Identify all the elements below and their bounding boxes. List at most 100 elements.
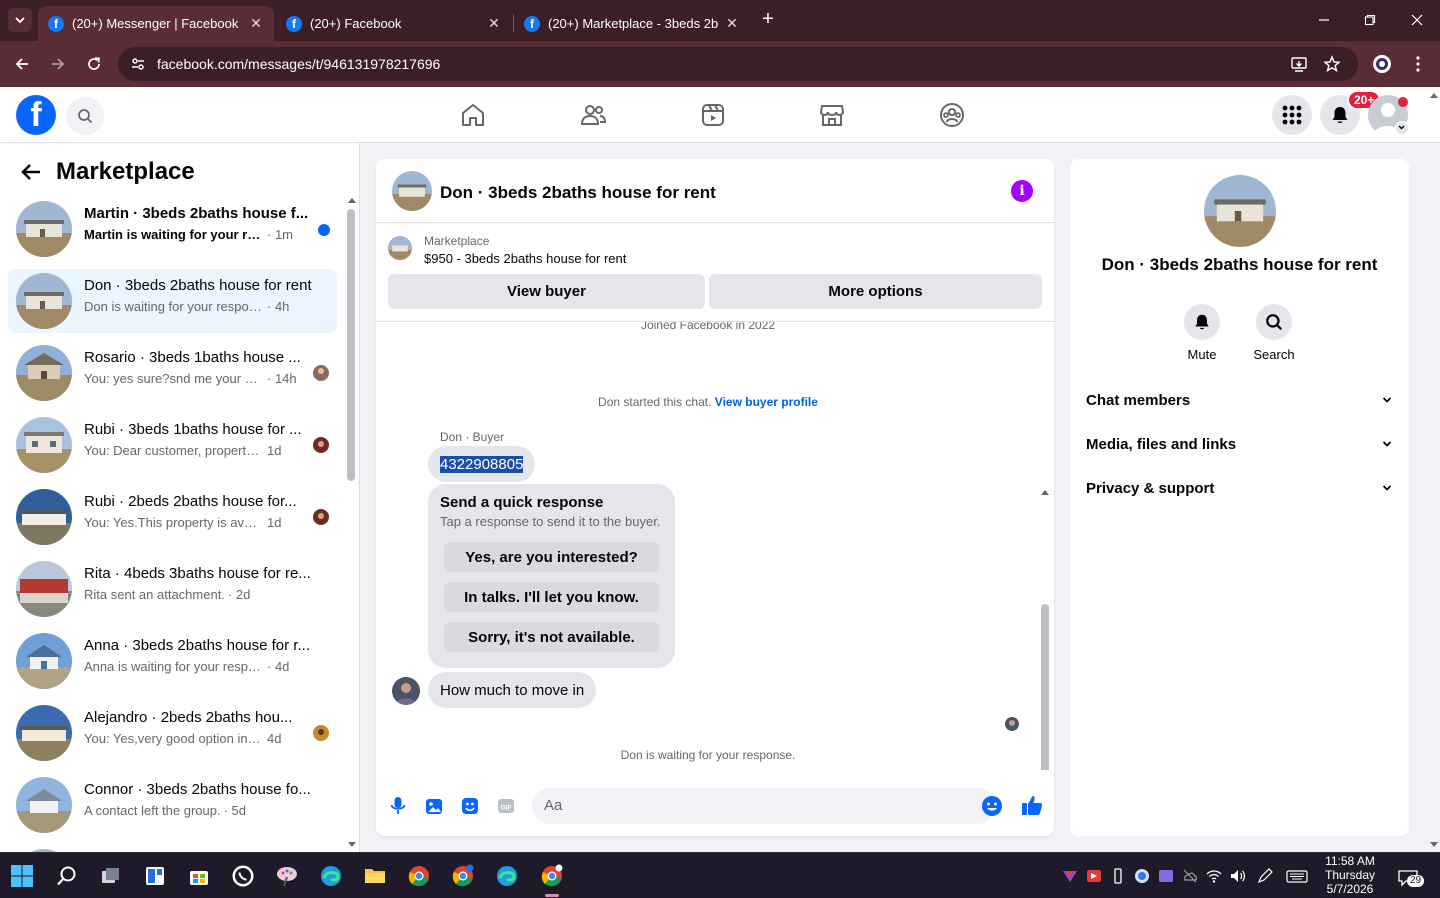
privacy-support-section[interactable]: Privacy & support bbox=[1086, 473, 1393, 503]
chat-thumbnail[interactable] bbox=[392, 171, 432, 211]
more-options-button[interactable]: More options bbox=[709, 274, 1042, 309]
install-app-icon[interactable] bbox=[1290, 55, 1308, 73]
conversation-item[interactable] bbox=[8, 845, 337, 852]
photo-icon[interactable] bbox=[424, 796, 444, 816]
groups-icon[interactable] bbox=[938, 101, 966, 129]
conversation-item[interactable]: Rosario · 3beds 1baths house ... You: ye… bbox=[8, 341, 337, 405]
chat-scrollbar[interactable] bbox=[1041, 604, 1049, 770]
tab-close-icon[interactable]: ✕ bbox=[248, 15, 264, 32]
scroll-up-icon[interactable] bbox=[347, 195, 357, 205]
friends-icon[interactable] bbox=[579, 101, 607, 129]
conversation-item[interactable]: Anna · 3beds 2baths house for r... Anna … bbox=[8, 629, 337, 693]
edge-app-2[interactable] bbox=[493, 862, 521, 890]
conversation-info-icon[interactable]: i bbox=[1011, 180, 1033, 202]
close-window-button[interactable] bbox=[1405, 8, 1429, 32]
pen-icon[interactable] bbox=[1257, 868, 1273, 884]
volume-icon[interactable] bbox=[1230, 868, 1246, 884]
view-buyer-profile-link[interactable]: View buyer profile bbox=[715, 395, 818, 409]
taskbar-search-button[interactable] bbox=[53, 862, 81, 890]
sticker-icon[interactable] bbox=[460, 796, 480, 816]
tray-app-icon[interactable] bbox=[1158, 868, 1174, 884]
message-text-selected[interactable]: 4322908805 bbox=[440, 455, 524, 473]
new-tab-button[interactable]: + bbox=[758, 9, 778, 29]
facebook-logo-icon[interactable]: f bbox=[16, 95, 56, 135]
page-scroll-up-icon[interactable] bbox=[1429, 90, 1439, 100]
reload-button[interactable] bbox=[82, 52, 106, 76]
tab-marketplace[interactable]: f (20+) Marketplace - 3beds 2bat ✕ bbox=[514, 6, 750, 41]
browser-menu-button[interactable] bbox=[1406, 52, 1430, 76]
gif-icon[interactable]: GIF bbox=[496, 796, 516, 816]
mute-button[interactable]: Mute bbox=[1172, 304, 1232, 362]
search-circle[interactable] bbox=[1256, 304, 1292, 340]
chrome-app-1[interactable] bbox=[405, 862, 433, 890]
listing-title[interactable]: $950 - 3beds 2baths house for rent bbox=[424, 251, 626, 266]
emoji-icon[interactable] bbox=[981, 795, 1003, 817]
facebook-search-button[interactable] bbox=[66, 97, 104, 135]
home-icon[interactable] bbox=[459, 101, 487, 129]
menu-button[interactable] bbox=[1272, 95, 1312, 135]
conversation-item[interactable]: Rita · 4beds 3baths house for re... Rita… bbox=[8, 557, 337, 621]
account-chevron-icon[interactable] bbox=[1395, 121, 1409, 135]
widgets-button[interactable] bbox=[141, 862, 169, 890]
scroll-up-icon[interactable] bbox=[1040, 487, 1050, 497]
forward-button[interactable] bbox=[46, 52, 70, 76]
minimize-button[interactable] bbox=[1312, 8, 1336, 32]
file-explorer-app[interactable] bbox=[361, 862, 389, 890]
conversation-item[interactable]: Martin · 3beds 2baths house f... Martin … bbox=[8, 197, 337, 261]
address-bar[interactable]: facebook.com/messages/t/946131978217696 bbox=[118, 47, 1358, 81]
listing-thumbnail[interactable] bbox=[388, 236, 412, 260]
conversation-item-selected[interactable]: Don · 3beds 2baths house for rent Don is… bbox=[8, 269, 337, 333]
chat-members-section[interactable]: Chat members bbox=[1086, 385, 1393, 415]
chrome-app-2[interactable] bbox=[449, 862, 477, 890]
conversation-item[interactable]: Rubi · 2beds 2baths house for... You: Ye… bbox=[8, 485, 337, 549]
tray-antivirus-icon[interactable] bbox=[1062, 868, 1078, 884]
tray-usb-icon[interactable] bbox=[1110, 868, 1126, 884]
like-thumbs-up-icon[interactable] bbox=[1021, 794, 1043, 816]
task-view-button[interactable] bbox=[97, 862, 125, 890]
message-bubble[interactable]: 4322908805 bbox=[428, 446, 536, 482]
tab-facebook[interactable]: f (20+) Facebook ✕ bbox=[276, 6, 512, 41]
paint-app[interactable] bbox=[273, 862, 301, 890]
quick-response-button[interactable]: Yes, are you interested? bbox=[444, 542, 659, 572]
quick-response-button[interactable]: In talks. I'll let you know. bbox=[444, 582, 659, 612]
wifi-icon[interactable] bbox=[1206, 868, 1222, 884]
chrome-app-active[interactable] bbox=[538, 862, 566, 890]
tab-search-menu-button[interactable] bbox=[8, 8, 32, 32]
keyboard-icon[interactable] bbox=[1286, 868, 1308, 884]
site-settings-icon[interactable] bbox=[130, 56, 146, 72]
url-text[interactable]: facebook.com/messages/t/946131978217696 bbox=[157, 56, 440, 72]
sidebar-scrollbar[interactable] bbox=[347, 209, 355, 481]
tab-close-icon[interactable]: ✕ bbox=[486, 15, 502, 32]
start-button[interactable] bbox=[8, 862, 36, 890]
media-files-links-section[interactable]: Media, files and links bbox=[1086, 429, 1393, 459]
message-input[interactable]: Aa bbox=[532, 788, 1002, 824]
marketplace-icon[interactable] bbox=[818, 101, 846, 129]
tray-shield-icon[interactable] bbox=[1134, 868, 1150, 884]
tab-messenger[interactable]: f (20+) Messenger | Facebook ✕ bbox=[38, 6, 274, 41]
whatsapp-app[interactable] bbox=[229, 862, 257, 890]
message-bubble[interactable]: How much to move in bbox=[428, 672, 597, 708]
bookmark-star-icon[interactable] bbox=[1323, 55, 1341, 73]
store-app[interactable] bbox=[185, 862, 213, 890]
microphone-icon[interactable] bbox=[388, 796, 408, 816]
back-to-chats-button[interactable] bbox=[16, 157, 46, 187]
conversation-item[interactable]: Connor · 3beds 2baths house fo... A cont… bbox=[8, 773, 337, 837]
scroll-down-icon[interactable] bbox=[347, 840, 357, 850]
conversation-item[interactable]: Rubi · 3beds 1baths house for ... You: D… bbox=[8, 413, 337, 477]
taskbar-clock[interactable]: 11:58 AM Thursday 5/7/2026 bbox=[1318, 854, 1382, 896]
quick-response-button[interactable]: Sorry, it's not available. bbox=[444, 622, 659, 652]
back-button[interactable] bbox=[10, 52, 34, 76]
tray-cloud-icon[interactable] bbox=[1182, 868, 1198, 884]
tab-close-icon[interactable]: ✕ bbox=[724, 15, 740, 32]
video-icon[interactable] bbox=[699, 101, 727, 129]
edge-app[interactable] bbox=[317, 862, 345, 890]
page-scroll-down-icon[interactable] bbox=[1429, 840, 1439, 850]
view-buyer-button[interactable]: View buyer bbox=[388, 274, 705, 309]
conversation-item[interactable]: Alejandro · 2beds 2baths hou... You: Yes… bbox=[8, 701, 337, 765]
search-conversation-button[interactable]: Search bbox=[1244, 304, 1304, 362]
restore-button[interactable] bbox=[1358, 8, 1382, 32]
chat-title[interactable]: Don · 3beds 2baths house for rent bbox=[440, 183, 716, 203]
buyer-avatar[interactable] bbox=[392, 677, 420, 705]
notification-center-button[interactable]: 29 bbox=[1398, 869, 1425, 887]
mute-circle[interactable] bbox=[1184, 304, 1220, 340]
